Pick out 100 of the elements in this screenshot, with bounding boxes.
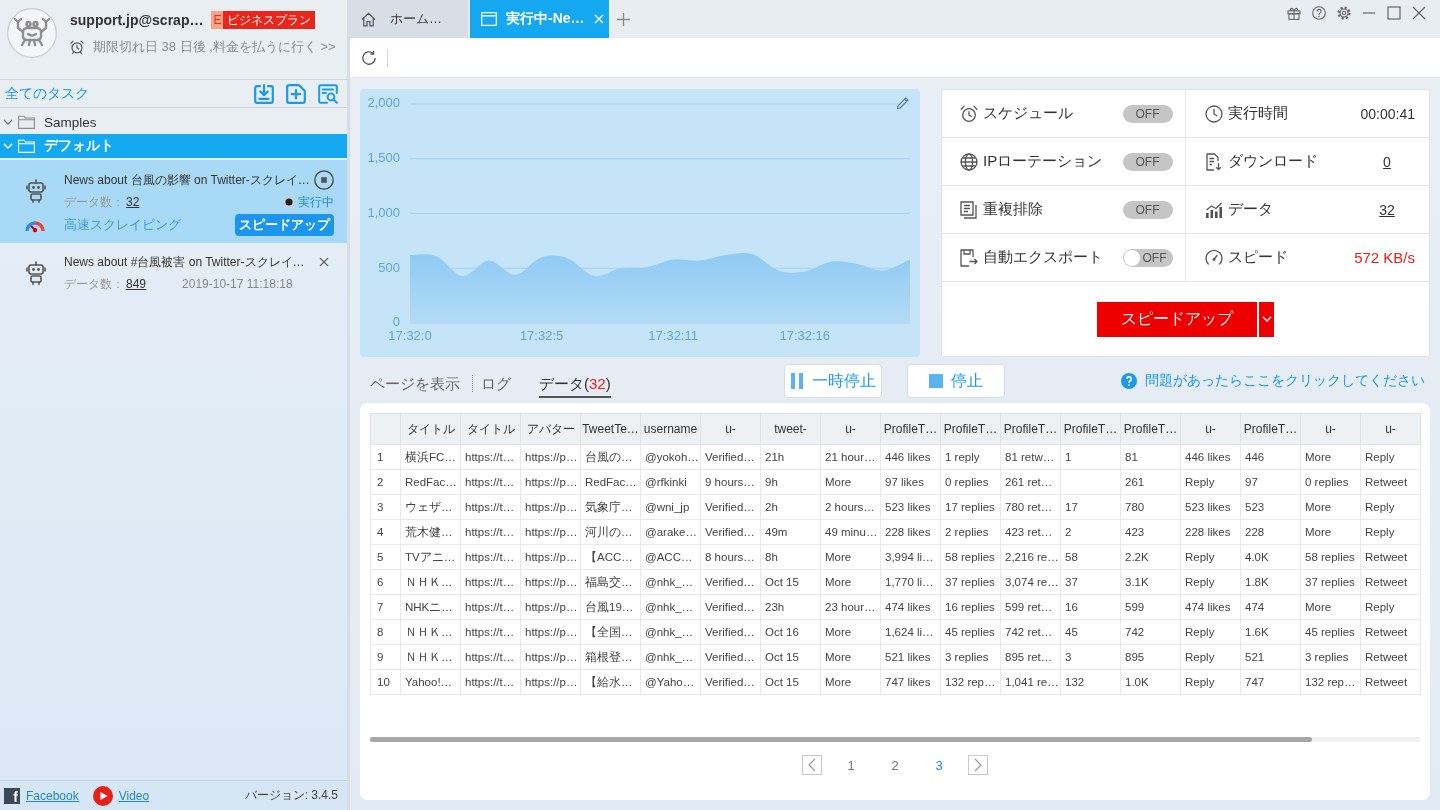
previous-page-button[interactable] [802, 755, 822, 775]
table-cell: 2,216 re… [1000, 544, 1061, 570]
column-header[interactable]: username [640, 413, 701, 445]
view-tab[interactable]: ログ [481, 364, 511, 398]
page-button[interactable]: 3 [924, 755, 954, 775]
task-card[interactable]: News about 台風の影響 on Twitter-スクレイ… データ数： 32 実行中 高速スクレイピング スピードアップ [0, 160, 347, 243]
task-card[interactable]: News about #台風被害 on Twitter-スクレイ… データ数： 849 2019-10-17 11:18:18 [0, 245, 347, 301]
globe-icon [960, 152, 978, 171]
page-button[interactable]: 2 [880, 755, 910, 775]
stat-value: 00:00:41 [1360, 105, 1415, 122]
column-header[interactable]: u- [1180, 413, 1241, 445]
next-page-button[interactable] [968, 755, 988, 775]
column-header[interactable]: ProfileT… [1240, 413, 1301, 445]
table-cell: 523 [1240, 494, 1301, 520]
table-cell: https://t… [460, 444, 521, 470]
table-cell: 荒木健… [400, 519, 461, 545]
table-cell: 21 hour… [820, 444, 881, 470]
table-cell: 【給水… [580, 669, 641, 695]
table-cell: More [1300, 444, 1361, 470]
column-header[interactable]: ProfileT… [1060, 413, 1121, 445]
row-number: 9 [370, 644, 401, 670]
plus-icon[interactable] [617, 12, 630, 26]
table-cell: 8h [760, 544, 821, 570]
row-number: 1 [370, 444, 401, 470]
settings-icon[interactable] [1337, 6, 1351, 20]
table-cell: Verified… [700, 669, 761, 695]
tab[interactable]: ホーム… [350, 0, 468, 38]
add-icon[interactable] [286, 83, 306, 104]
help-icon[interactable] [1312, 6, 1326, 20]
data-count-link[interactable]: 849 [126, 277, 147, 291]
search-document-icon[interactable] [318, 83, 338, 104]
stat-label: スピード [1227, 248, 1288, 267]
refresh-icon[interactable] [361, 49, 377, 66]
column-header[interactable]: u- [1300, 413, 1361, 445]
table-cell: ＮＨＫ… [400, 619, 461, 645]
f-logo-icon[interactable]: f [4, 787, 20, 804]
speed-up-button[interactable]: スピードアップ [1097, 301, 1257, 337]
maximize-icon[interactable] [1387, 6, 1401, 20]
table-cell: Verified… [700, 444, 761, 470]
table-cell: 780 ret… [1000, 494, 1061, 520]
help-icon[interactable] [1121, 373, 1137, 389]
table-cell: https://p… [520, 644, 581, 670]
toggle-switch[interactable]: OFF [1122, 152, 1173, 171]
column-header[interactable]: tweet- [760, 413, 821, 445]
table-cell: Retweet [1360, 644, 1421, 670]
view-tab[interactable]: ページを表示 [370, 364, 460, 398]
document-arrow-icon [960, 248, 978, 267]
column-header[interactable]: TweetTe… [580, 413, 641, 445]
pencil-icon[interactable] [896, 96, 910, 110]
folder-row[interactable]: Samples [0, 110, 347, 134]
table-cell: ウェザ… [400, 494, 461, 520]
horizontal-scrollbar[interactable] [370, 737, 1420, 742]
toggle-switch[interactable]: OFF [1122, 200, 1173, 219]
table-cell: RedFac… [580, 469, 641, 495]
stat-value-link[interactable]: 0 [1359, 153, 1415, 170]
column-header[interactable]: アバター [520, 413, 581, 445]
table-cell: Verified… [700, 569, 761, 595]
stat-value-link[interactable]: 32 [1359, 201, 1415, 218]
row-number: 4 [370, 519, 401, 545]
column-header[interactable]: ProfileT… [940, 413, 1001, 445]
play-circle-icon[interactable] [92, 785, 113, 806]
table-cell: 横浜FC… [400, 444, 461, 470]
table-cell: Reply [1360, 519, 1421, 545]
table-cell: 228 likes [1180, 519, 1241, 545]
plan-badge: ビジネスプラン [223, 11, 316, 29]
chevron-icon[interactable] [3, 117, 13, 127]
download-icon[interactable] [254, 83, 274, 104]
close-icon[interactable] [319, 257, 329, 267]
column-header[interactable]: タイトル [460, 413, 521, 445]
data-count-link[interactable]: 32 [126, 195, 140, 209]
toggle-switch[interactable]: OFF [1122, 104, 1173, 123]
column-header[interactable]: ProfileT… [1120, 413, 1181, 445]
table-cell: 3 replies [1300, 644, 1361, 670]
column-header[interactable]: ProfileT… [1000, 413, 1061, 445]
table-cell: 2 hours… [820, 494, 881, 520]
table-cell: @rfkinki [640, 469, 701, 495]
column-header[interactable]: タイトル [400, 413, 461, 445]
table-cell: @yokoh… [640, 444, 701, 470]
y-axis-label: 1,000 [367, 204, 400, 220]
chevron-icon[interactable] [3, 141, 13, 151]
gift-icon[interactable] [1287, 6, 1301, 20]
column-header[interactable]: u- [700, 413, 761, 445]
stop-icon[interactable] [314, 170, 334, 190]
version-label: バージョン: 3.4.5 [244, 787, 338, 804]
column-header[interactable]: u- [1360, 413, 1421, 445]
window-icon [481, 12, 497, 26]
table-cell: Reply [1180, 669, 1241, 695]
page-button[interactable]: 1 [836, 755, 866, 775]
close-icon[interactable] [1412, 6, 1426, 20]
dropdown-button[interactable] [1259, 301, 1274, 337]
toggle-switch[interactable]: OFF [1122, 248, 1173, 267]
setting-label: スケジュール [983, 104, 1073, 123]
table-cell: https://p… [520, 594, 581, 620]
view-tab[interactable]: データ(32) [539, 364, 611, 398]
table-cell: 1,041 re… [1000, 669, 1061, 695]
column-header[interactable]: ProfileT… [880, 413, 941, 445]
row-number: 5 [370, 544, 401, 570]
column-header[interactable]: u- [820, 413, 881, 445]
table-cell: https://p… [520, 494, 581, 520]
table-cell: 895 [1120, 644, 1181, 670]
